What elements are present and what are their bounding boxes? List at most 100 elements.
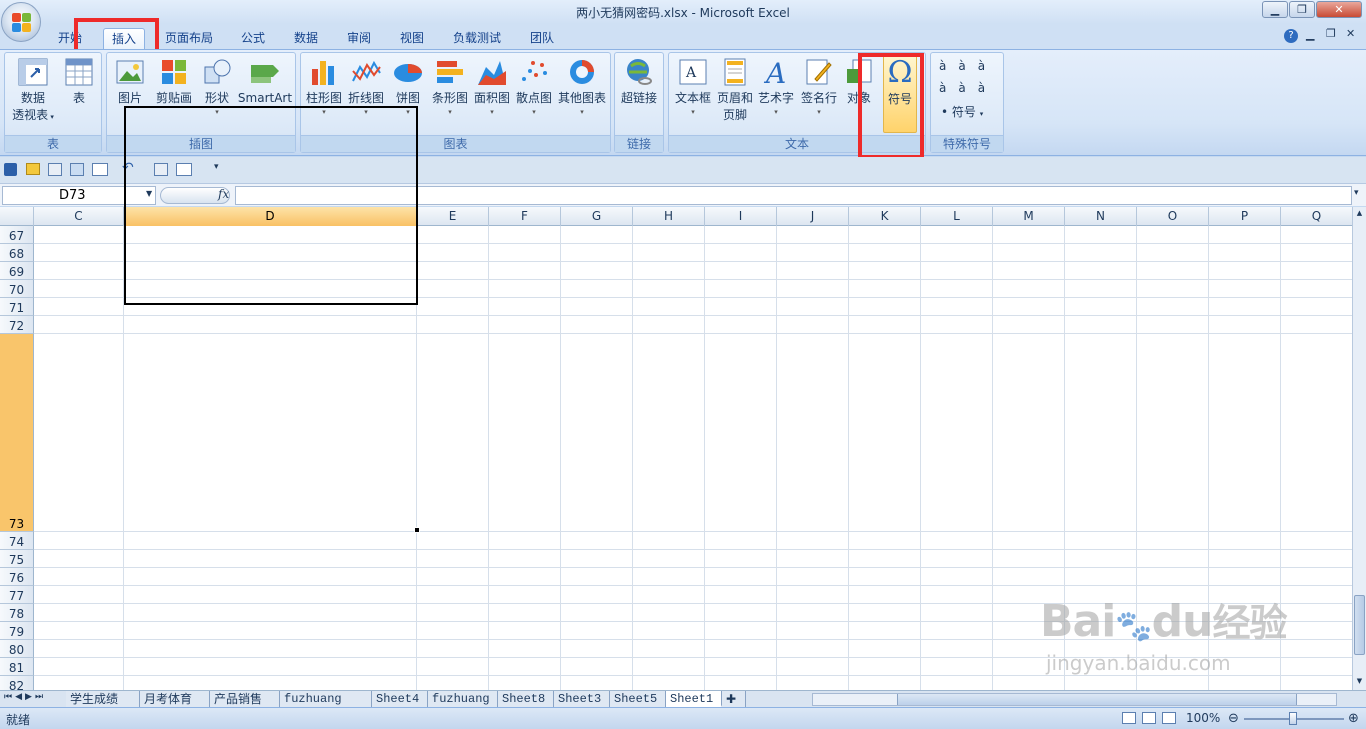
signature-button[interactable]: 签名行 ▾ xyxy=(797,55,841,135)
watermark-url: jingyan.baidu.com xyxy=(1046,651,1231,675)
row-header-78[interactable]: 78 xyxy=(0,604,34,622)
special-symbols-dropdown[interactable]: • 符号 ▾ xyxy=(941,103,983,120)
tab-team[interactable]: 团队 xyxy=(522,28,562,49)
sheet-tab-8[interactable]: Sheet3 xyxy=(554,691,610,707)
sheet-tab-5[interactable]: Sheet4 xyxy=(372,691,428,707)
scroll-thumb[interactable] xyxy=(1354,595,1365,655)
hyperlink-button[interactable]: 超链接 xyxy=(617,55,661,135)
scroll-up-icon[interactable]: ▲ xyxy=(1354,209,1365,219)
symbol-5[interactable]: à xyxy=(958,81,977,95)
symbol-1[interactable]: à xyxy=(939,59,958,73)
tab-review[interactable]: 审阅 xyxy=(339,28,379,49)
zoom-slider-thumb[interactable] xyxy=(1289,712,1297,725)
format-painter-icon[interactable] xyxy=(70,163,84,176)
symbol-3[interactable]: à xyxy=(978,59,997,73)
column-header-p[interactable]: P xyxy=(1209,207,1281,226)
special-symbols-row-1[interactable]: ààà xyxy=(939,59,997,73)
sheet-tab-10[interactable]: Sheet1 xyxy=(666,691,722,707)
tab-formulas[interactable]: 公式 xyxy=(233,28,273,49)
row-header-71[interactable]: 71 xyxy=(0,298,34,316)
scatter-chart-button[interactable]: 散点图 ▾ xyxy=(513,55,555,135)
open-folder-icon[interactable] xyxy=(26,163,40,175)
page-break-view-icon[interactable] xyxy=(1162,712,1176,724)
zoom-level[interactable]: 100% xyxy=(1186,711,1220,725)
sheet-tab-9[interactable]: Sheet5 xyxy=(610,691,666,707)
row-header-67[interactable]: 67 xyxy=(0,226,34,244)
row-header-81[interactable]: 81 xyxy=(0,658,34,676)
column-header-j[interactable]: J xyxy=(777,207,849,226)
sheet-tab-2[interactable]: 月考体育 xyxy=(140,691,210,707)
ribbon-minimize-icon[interactable]: ▁ xyxy=(1306,28,1314,41)
horizontal-scroll-thumb[interactable] xyxy=(897,694,1297,705)
column-header-q[interactable]: Q xyxy=(1281,207,1353,226)
sheet-nav-arrows-icon[interactable]: ⏮◀▶⏭ xyxy=(4,692,46,702)
column-header-i[interactable]: I xyxy=(705,207,777,226)
insert-sheet-icon[interactable]: ✚ xyxy=(722,691,746,707)
column-header-l[interactable]: L xyxy=(921,207,993,226)
pivottable-button[interactable]: 数据 透视表 ▾ xyxy=(7,55,59,135)
column-header-f[interactable]: F xyxy=(489,207,561,226)
restore-button[interactable]: ❐ xyxy=(1289,1,1315,18)
row-header-82[interactable]: 82 xyxy=(0,676,34,690)
minimize-button[interactable]: ▁ xyxy=(1262,1,1288,18)
sheet-tab-6[interactable]: fuzhuang xyxy=(428,691,498,707)
print-preview-icon[interactable] xyxy=(48,163,62,176)
horizontal-scrollbar[interactable] xyxy=(812,693,1337,706)
symbol-6[interactable]: à xyxy=(978,81,997,95)
row-header-73[interactable]: 73 xyxy=(0,334,34,532)
table-button[interactable]: 表 xyxy=(59,55,99,135)
sheet-tab-4[interactable]: fuzhuang (3) xyxy=(280,691,372,722)
column-header-h[interactable]: H xyxy=(633,207,705,226)
expand-formula-icon[interactable]: ▾ xyxy=(1354,188,1359,198)
office-button[interactable] xyxy=(1,2,41,42)
zoom-in-icon[interactable]: ⊕ xyxy=(1348,711,1359,726)
row-header-70[interactable]: 70 xyxy=(0,280,34,298)
tab-page-layout[interactable]: 页面布局 xyxy=(157,28,221,49)
help-icon[interactable]: ? xyxy=(1284,29,1298,43)
page-layout-view-icon[interactable] xyxy=(1142,712,1156,724)
header-footer-button[interactable]: 页眉和 页脚 xyxy=(715,55,755,135)
tab-data[interactable]: 数据 xyxy=(286,28,326,49)
sheet-tab-7[interactable]: Sheet8 xyxy=(498,691,554,707)
fill-handle[interactable] xyxy=(414,527,420,533)
zoom-out-icon[interactable]: ⊖ xyxy=(1228,711,1239,726)
row-header-80[interactable]: 80 xyxy=(0,640,34,658)
active-cell-d73[interactable] xyxy=(124,106,418,305)
tab-load-test[interactable]: 负载测试 xyxy=(445,28,509,49)
column-header-n[interactable]: N xyxy=(1065,207,1137,226)
other-chart-button[interactable]: 其他图表 ▾ xyxy=(555,55,609,135)
close-button[interactable]: ✕ xyxy=(1316,1,1362,18)
vertical-scrollbar[interactable]: ▲ ▼ xyxy=(1352,207,1366,690)
row-header-76[interactable]: 76 xyxy=(0,568,34,586)
textbox-button[interactable]: A 文本框 ▾ xyxy=(671,55,715,135)
column-header-o[interactable]: O xyxy=(1137,207,1209,226)
row-header-77[interactable]: 77 xyxy=(0,586,34,604)
symbol-4[interactable]: à xyxy=(939,81,958,95)
sheet-tab-3[interactable]: 产品销售 xyxy=(210,691,280,707)
bar-chart-button[interactable]: 条形图 ▾ xyxy=(429,55,471,135)
column-header-m[interactable]: M xyxy=(993,207,1065,226)
row-header-75[interactable]: 75 xyxy=(0,550,34,568)
tab-view[interactable]: 视图 xyxy=(392,28,432,49)
row-header-72[interactable]: 72 xyxy=(0,316,34,334)
column-header-g[interactable]: G xyxy=(561,207,633,226)
area-chart-button[interactable]: 面积图 ▾ xyxy=(471,55,513,135)
scroll-down-icon[interactable]: ▼ xyxy=(1354,677,1365,687)
column-header-k[interactable]: K xyxy=(849,207,921,226)
save-icon[interactable] xyxy=(4,163,17,176)
wordart-button[interactable]: A 艺术字 ▾ xyxy=(755,55,797,135)
borders-icon[interactable] xyxy=(92,163,108,176)
ribbon-restore-icon[interactable]: ❐ xyxy=(1326,27,1336,40)
row-header-79[interactable]: 79 xyxy=(0,622,34,640)
special-symbols-row-2[interactable]: ààà xyxy=(939,81,997,95)
normal-view-icon[interactable] xyxy=(1122,712,1136,724)
sheet-tab-1[interactable]: 学生成绩 xyxy=(66,691,140,707)
row-header-74[interactable]: 74 xyxy=(0,532,34,550)
ribbon-close-icon[interactable]: ✕ xyxy=(1346,27,1355,40)
column-header-c[interactable]: C xyxy=(34,207,124,226)
column-header-e[interactable]: E xyxy=(417,207,489,226)
symbol-2[interactable]: à xyxy=(958,59,977,73)
select-all-corner[interactable] xyxy=(0,207,34,226)
row-header-68[interactable]: 68 xyxy=(0,244,34,262)
row-header-69[interactable]: 69 xyxy=(0,262,34,280)
